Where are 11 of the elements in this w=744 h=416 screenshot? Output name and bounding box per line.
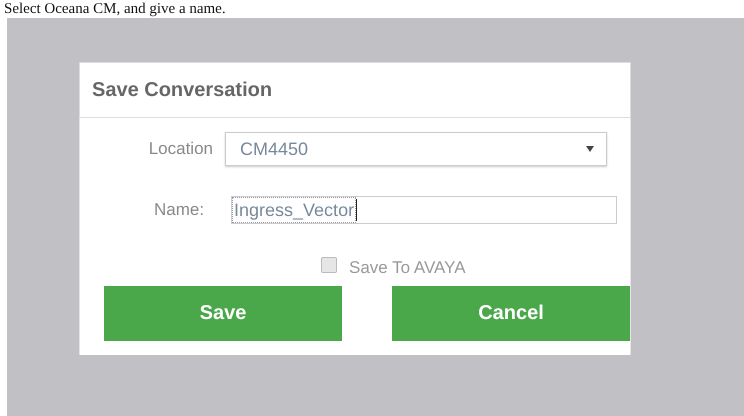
cancel-button[interactable]: Cancel [392, 286, 630, 341]
checkbox-label: Save To AVAYA [349, 258, 466, 278]
dialog-title: Save Conversation [92, 78, 272, 102]
save-button[interactable]: Save [104, 286, 342, 341]
caption-text: Select Oceana CM, and give a name. [3, 0, 227, 18]
caret-icon [586, 146, 594, 152]
location-label: Location [148, 139, 213, 159]
location-dropdown[interactable]: CM4450 [225, 132, 607, 166]
checkbox[interactable] [321, 257, 337, 273]
name-label: Name: [154, 200, 206, 220]
name-field[interactable]: Ingress_Vector [231, 196, 617, 224]
